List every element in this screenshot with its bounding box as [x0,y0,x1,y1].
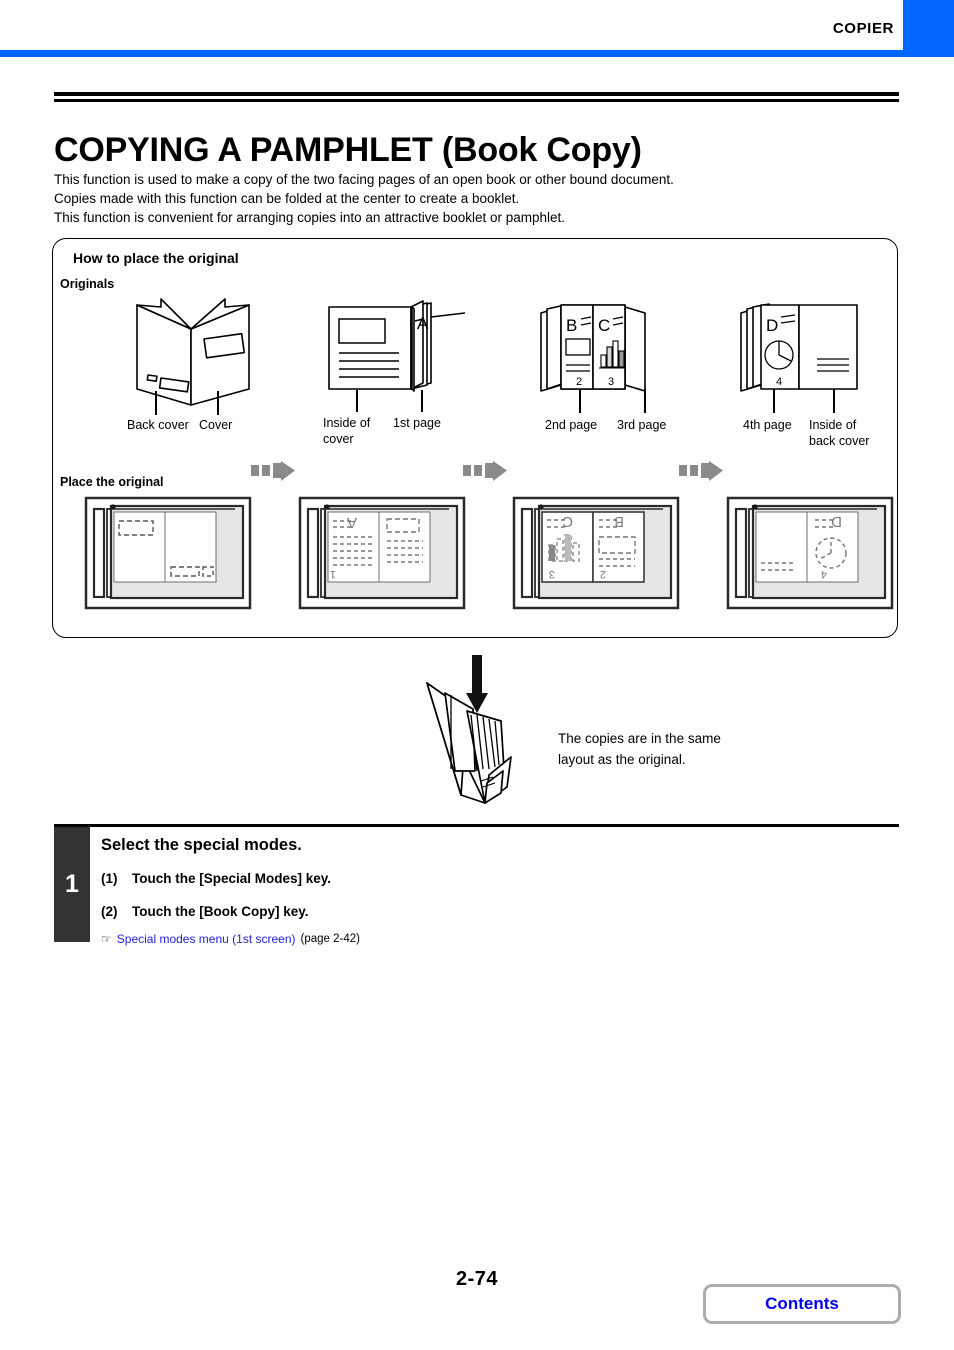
intro-line-1: This function is used to make a copy of … [54,172,674,187]
caption-1st-page: 1st page [393,416,441,430]
caption-back-cover: Back cover [127,418,189,432]
caption-inside-of-back-cover: Inside of back cover [809,418,870,448]
output-caption: The copies are in the same layout as the… [558,728,721,770]
scanner-bed-2-illustration: A 1 [298,496,466,610]
scanner-bed-4-illustration: D 4 [726,496,894,610]
step-number-badge: 1 [54,827,90,942]
step-substep-1: (1) Touch the [Special Modes] key. [101,871,331,886]
svg-text:D: D [766,316,778,335]
step-substep-1-text: Touch the [Special Modes] key. [132,871,332,886]
svg-text:D: D [831,513,842,530]
page-2-3-illustration: B C 2 3 [540,304,646,392]
scanner-beds-row: A 1 C 3 B 2 D 4 [53,496,899,615]
cross-reference-row[interactable]: ☞ Special modes menu (1st screen) (page … [101,932,360,946]
output-caption-line-1: The copies are in the same [558,731,721,746]
original-page-1: A Inside of cover 1st page [311,287,466,446]
originals-illustration-row: Back cover Cover A Inside of cover 1st p… [53,287,899,448]
caption-4th-page: 4th page [743,418,792,432]
header-accent-rule [0,50,954,57]
leader-line-inside-cover [356,390,358,412]
step-substep-1-number: (1) [101,871,118,886]
svg-text:1: 1 [330,568,336,580]
caption-3rd-page: 3rd page [617,418,667,432]
flow-arrow-2 [463,461,511,481]
leader-line-2nd-page [579,389,581,413]
intro-line-3: This function is convenient for arrangin… [54,210,566,225]
original-book-covers: Back cover Cover [103,287,283,432]
leader-line-cover [217,391,219,415]
page-title: COPYING A PAMPHLET (Book Copy) [54,130,642,169]
step-substep-2-number: (2) [101,904,118,919]
book-cover-illustration [136,298,250,406]
svg-text:4: 4 [776,376,782,388]
leader-line-4th-page [773,389,775,413]
panel-title: How to place the original [73,250,239,266]
svg-text:2: 2 [576,376,582,388]
leader-line-3rd-page [644,389,646,413]
svg-text:C: C [562,513,573,530]
svg-text:C: C [598,316,610,335]
step-substep-2: (2) Touch the [Book Copy] key. [101,904,309,919]
cross-reference-page: (page 2-42) [300,933,360,945]
scanner-bed-1-illustration [84,496,252,610]
step-substep-2-text: Touch the [Book Copy] key. [132,904,309,919]
scanner-bed-page-4: D 4 [726,496,894,610]
header-accent-tab [903,0,954,57]
svg-text:2: 2 [600,568,606,580]
folded-booklet-illustration [415,675,555,815]
cross-reference-link[interactable]: Special modes menu (1st screen) [117,932,296,946]
place-original-label: Place the original [60,475,164,489]
output-caption-line-2: layout as the original. [558,752,686,767]
title-double-rule [54,92,899,102]
caption-inside-of-cover: Inside of cover [323,416,371,446]
step-heading: Select the special modes. [101,836,302,854]
intro-line-2: Copies made with this function can be fo… [54,191,520,206]
how-to-place-panel: How to place the original Originals Back… [52,238,898,638]
contents-button[interactable]: Contents [703,1284,901,1324]
pointing-hand-icon: ☞ [101,932,112,946]
scanner-bed-page-1: A 1 [298,496,466,610]
caption-2nd-page: 2nd page [545,418,598,432]
svg-text:4: 4 [821,568,827,580]
svg-text:A: A [417,314,429,333]
scanner-bed-page-2-3: C 3 B 2 [512,496,680,610]
leader-line-1st-page [421,390,423,412]
header-section-label: COPIER [832,20,894,37]
flow-arrow-3 [679,461,727,481]
page-header: COPIER [0,0,954,60]
svg-text:B: B [566,316,577,335]
original-page-2-3: B C 2 3 2nd page 3rd page [519,287,679,432]
scanner-bed-3-illustration: C 3 B 2 [512,496,680,610]
step-separator-rule [54,824,899,827]
page-1-right-leaf: A [411,306,466,392]
svg-text:A: A [347,514,357,531]
svg-text:3: 3 [608,376,614,388]
scanner-bed-covers [84,496,252,610]
leader-line-inside-back-cover [833,389,835,413]
flow-arrow-1 [251,461,299,481]
caption-cover: Cover [199,418,233,432]
svg-text:B: B [614,513,624,530]
original-page-4: D 4 4th page Inside of back cover [731,287,891,448]
leader-line-back-cover [155,391,157,415]
intro-paragraph: This function is used to make a copy of … [54,170,904,227]
svg-text:3: 3 [549,568,555,580]
page-4-illustration: D 4 [740,303,858,392]
